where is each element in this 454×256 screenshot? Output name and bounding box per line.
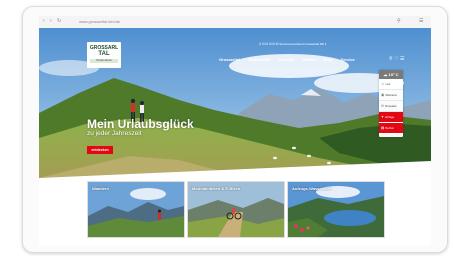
webcam-icon: ▣ — [381, 93, 385, 97]
hero-headline: Mein Urlaubsglück — [87, 117, 194, 131]
hero-subline: zu jeder Jahreszeit — [87, 130, 142, 137]
card-mountainbiken[interactable]: Mountainbiken & E-Biken — [187, 181, 285, 238]
forward-icon[interactable]: › — [50, 18, 52, 25]
logo-line2: TAL — [98, 51, 110, 57]
heart-icon[interactable]: ♡ — [394, 56, 398, 62]
request-icon: ✦ — [381, 115, 384, 119]
grossarltal-logo[interactable]: GROSSARL TAL Tal der Almen — [87, 42, 121, 68]
nav-item-sommer[interactable]: Sommer — [279, 57, 295, 62]
menu-icon[interactable]: ☰ — [419, 18, 423, 25]
brochure-icon: ✉ — [381, 104, 384, 108]
entdecken-button[interactable]: entdecken — [87, 146, 113, 154]
card-wandern-title: Wandern — [92, 186, 109, 191]
url-host: www.grossarltal.info — [79, 19, 115, 24]
weather-badge[interactable]: ☁ 19° C — [379, 70, 403, 79]
widget-item-webcams[interactable]: ▣Webcams — [379, 90, 403, 101]
nav-item-blog[interactable]: Blog — [324, 57, 333, 62]
search-icon[interactable]: ⚲ — [389, 56, 393, 62]
nav-item-grossarltal[interactable]: Grossarltal — [219, 57, 240, 62]
widget-item-live[interactable]: ☺Live — [379, 79, 403, 90]
address-bar[interactable]: www.grossarltal.info/de — [79, 18, 379, 26]
nav-item-unterkuenfte[interactable]: Unterkünfte — [248, 57, 270, 62]
tablet-frame: ‹ › ↻ www.grossarltal.info/de ⚲ ☰ ⚲ ⚀ ⚀ … — [22, 6, 448, 253]
nav-item-service[interactable]: Service — [341, 57, 355, 62]
browser-window: ‹ › ↻ www.grossarltal.info/de ⚲ ☰ ⚲ ⚀ ⚀ … — [39, 16, 431, 245]
logo-tagline: Tal der Almen — [90, 59, 118, 63]
widget-item-buchen[interactable]: ▤Buchen — [379, 123, 403, 134]
nav-icons: ⚲ ♡ ☰ — [389, 56, 404, 62]
booking-icon: ▤ — [381, 126, 385, 130]
card-wasserfaelle-title: Aufzugs-Wasserfälle — [292, 186, 332, 191]
url-path: /de — [114, 19, 121, 24]
reload-icon[interactable]: ↻ — [57, 18, 61, 25]
card-wasserfaelle[interactable]: Aufzugs-Wasserfälle — [287, 181, 385, 238]
card-wandern[interactable]: Wandern — [87, 181, 185, 238]
widget-item-prospekte[interactable]: ✉Prospekte — [379, 101, 403, 112]
search-icon[interactable]: ⚲ — [397, 18, 401, 25]
main-navigation: Grossarltal Unterkünfte Sommer Winter Bl… — [219, 57, 362, 62]
nav-item-winter[interactable]: Winter — [303, 57, 315, 62]
card-mountainbiken-title: Mountainbiken & E-Biken — [192, 186, 241, 191]
quick-access-widget: ☁ 19° C ☺Live ▣Webcams ✉Prospekte ✦Anfra… — [379, 70, 403, 137]
top-utility-bar[interactable]: ⚲ ⚀ ⚀ ⚀ ⚀ ⚀ Tourismusverband Grossarltal… — [259, 42, 326, 46]
hamburger-menu-icon[interactable]: ☰ — [400, 56, 404, 62]
widget-item-anfrage[interactable]: ✦Anfrage — [379, 112, 403, 123]
live-icon: ☺ — [381, 82, 385, 86]
back-icon[interactable]: ‹ — [43, 18, 45, 25]
